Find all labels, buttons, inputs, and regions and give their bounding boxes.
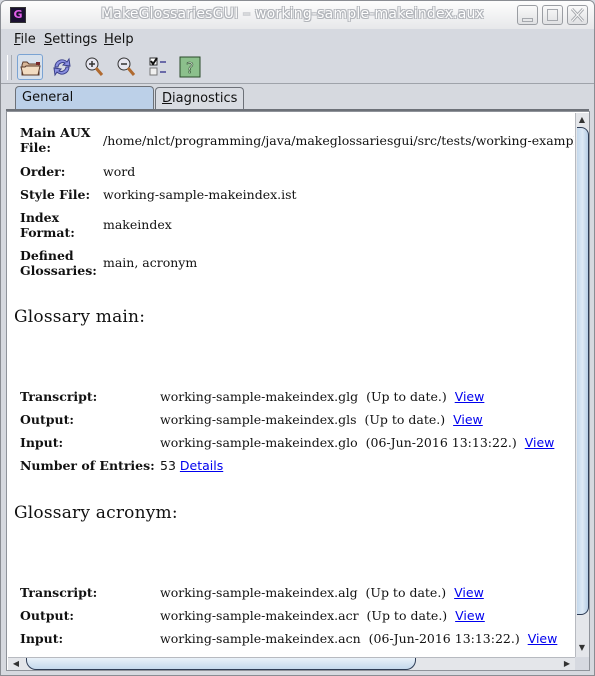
main-entries-row: 53 Details bbox=[160, 458, 223, 473]
main-details-link[interactable]: Details bbox=[180, 458, 223, 473]
zoom-in-icon bbox=[85, 57, 104, 76]
title-bar[interactable]: G MakeGlossariesGUI – working-sample-mak… bbox=[1, 1, 594, 30]
tab-diagnostics[interactable]: Diagnostics bbox=[155, 87, 244, 109]
folder-open-icon bbox=[20, 61, 41, 76]
index-format-label: Index Format: bbox=[20, 210, 75, 240]
scroll-right-arrow-icon[interactable]: ▶ bbox=[561, 659, 573, 669]
minimize-button[interactable] bbox=[517, 5, 538, 25]
main-input-row: working-sample-makeindex.glo (06-Jun-201… bbox=[160, 435, 555, 450]
horizontal-scrollbar[interactable]: ◀ ▶ bbox=[8, 657, 575, 670]
help-button[interactable]: ? bbox=[177, 54, 203, 80]
acronym-output-label: Output: bbox=[20, 608, 74, 623]
main-entries-count: 53 bbox=[160, 458, 176, 473]
window-title: MakeGlossariesGUI – working-sample-makei… bbox=[100, 6, 485, 22]
zoom-out-button[interactable] bbox=[113, 54, 139, 80]
style-file-label: Style File: bbox=[20, 187, 91, 202]
menu-help[interactable]: Help bbox=[104, 32, 134, 47]
horizontal-scroll-thumb[interactable] bbox=[26, 658, 416, 670]
main-transcript-row: working-sample-makeindex.glg (Up to date… bbox=[160, 389, 485, 404]
acronym-input-label: Input: bbox=[20, 631, 64, 646]
style-file-value: working-sample-makeindex.ist bbox=[103, 187, 297, 202]
acronym-transcript-row: working-sample-makeindex.alg (Up to date… bbox=[160, 585, 484, 600]
index-format-value: makeindex bbox=[103, 217, 172, 232]
scroll-up-arrow-icon[interactable]: ▲ bbox=[576, 115, 588, 125]
acronym-output-row: working-sample-makeindex.acr (Up to date… bbox=[160, 608, 485, 623]
order-value: word bbox=[103, 164, 136, 179]
toolbar: ? bbox=[1, 51, 594, 84]
menu-bar: File Settings Help bbox=[1, 29, 594, 52]
acronym-transcript-label: Transcript: bbox=[20, 585, 98, 600]
acronym-input-row: working-sample-makeindex.acn (06-Jun-201… bbox=[160, 631, 558, 646]
menu-settings[interactable]: Settings bbox=[44, 32, 97, 47]
vertical-scroll-thumb[interactable] bbox=[577, 127, 589, 615]
info-content: Main AUX File: /home/nlct/programming/ja… bbox=[8, 113, 574, 657]
toolbar-grip[interactable] bbox=[7, 55, 12, 80]
reload-button[interactable] bbox=[49, 54, 75, 80]
close-button[interactable] bbox=[567, 5, 588, 25]
menu-file[interactable]: File bbox=[14, 32, 36, 47]
main-output-row: working-sample-makeindex.gls (Up to date… bbox=[160, 412, 483, 427]
maximize-button[interactable] bbox=[542, 5, 563, 25]
minimize-icon bbox=[522, 18, 533, 22]
scroll-down-arrow-icon[interactable]: ▼ bbox=[576, 643, 588, 653]
properties-button[interactable] bbox=[145, 54, 171, 80]
tab-bar: General Information Diagnostics bbox=[1, 84, 594, 126]
main-output-label: Output: bbox=[20, 412, 74, 427]
acronym-input-view-link[interactable]: View bbox=[528, 631, 558, 646]
zoom-in-button[interactable] bbox=[81, 54, 107, 80]
vertical-scrollbar[interactable]: ▲ ▼ bbox=[575, 113, 589, 657]
main-entries-label: Number of Entries: bbox=[20, 458, 155, 473]
zoom-out-icon bbox=[117, 57, 136, 76]
scroll-left-arrow-icon[interactable]: ◀ bbox=[10, 659, 22, 669]
main-input-label: Input: bbox=[20, 435, 64, 450]
acronym-transcript-view-link[interactable]: View bbox=[454, 585, 484, 600]
glossary-main-heading: Glossary main: bbox=[14, 307, 146, 327]
acronym-output-view-link[interactable]: View bbox=[455, 608, 485, 623]
main-output-view-link[interactable]: View bbox=[453, 412, 483, 427]
glossary-acronym-heading: Glossary acronym: bbox=[14, 503, 178, 523]
reload-icon bbox=[53, 57, 71, 77]
main-transcript-view-link[interactable]: View bbox=[455, 389, 485, 404]
open-button[interactable] bbox=[17, 54, 43, 80]
close-icon bbox=[570, 7, 585, 23]
checklist-icon bbox=[149, 57, 166, 76]
general-information-panel: Main AUX File: /home/nlct/programming/ja… bbox=[6, 111, 590, 671]
defined-glossaries-label: Defined Glossaries: bbox=[20, 248, 97, 278]
main-aux-label: Main AUX File: bbox=[20, 125, 91, 155]
help-icon: ? bbox=[179, 56, 201, 78]
main-aux-value: /home/nlct/programming/java/makeglossari… bbox=[103, 133, 574, 148]
order-label: Order: bbox=[20, 164, 66, 179]
app-window: G MakeGlossariesGUI – working-sample-mak… bbox=[0, 0, 595, 676]
svg-text:?: ? bbox=[186, 59, 194, 77]
scrollbar-corner bbox=[575, 657, 589, 670]
defined-glossaries-value: main, acronym bbox=[103, 255, 198, 270]
main-transcript-label: Transcript: bbox=[20, 389, 98, 404]
main-input-view-link[interactable]: View bbox=[525, 435, 555, 450]
tab-general-information[interactable]: General Information bbox=[15, 86, 154, 126]
maximize-icon bbox=[547, 9, 558, 21]
